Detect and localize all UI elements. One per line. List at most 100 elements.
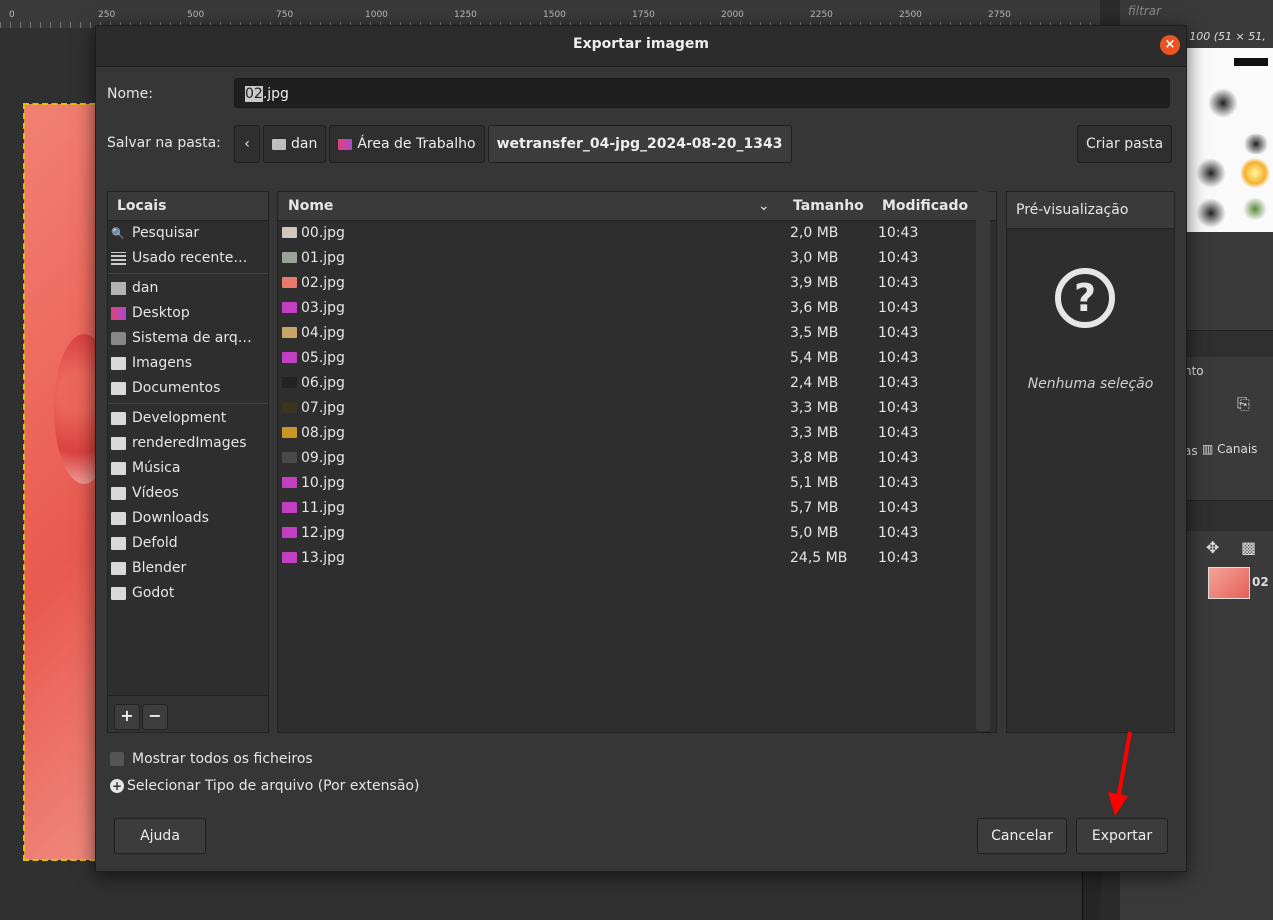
places-item[interactable]: Blender xyxy=(108,556,268,581)
create-folder-button[interactable]: Criar pasta xyxy=(1077,125,1173,163)
file-list-header: Nome ⌄ Tamanho Modificado xyxy=(278,192,996,221)
select-file-type-expander[interactable]: + Selecionar Tipo de arquivo (Por extensã… xyxy=(110,778,419,794)
places-item[interactable]: Desktop xyxy=(108,301,268,326)
path-segment-label: dan xyxy=(291,136,318,152)
file-modified: 10:43 xyxy=(878,500,919,516)
move-icon[interactable]: ✥ xyxy=(1206,538,1219,557)
places-item-label: renderedImages xyxy=(132,435,247,451)
places-toolbar: + − xyxy=(108,695,268,732)
file-name: 04.jpg xyxy=(301,325,345,341)
places-item[interactable]: dan xyxy=(108,276,268,301)
ruler-tick-label: 1500 xyxy=(543,10,566,20)
file-row[interactable]: 12.jpg 5,0 MB 10:43 xyxy=(278,521,996,546)
places-item[interactable]: Development xyxy=(108,406,268,431)
file-row[interactable]: 13.jpg 24,5 MB 10:43 xyxy=(278,546,996,571)
image-thumbnail-icon xyxy=(282,377,297,388)
file-modified: 10:43 xyxy=(878,375,919,391)
file-row[interactable]: 08.jpg 3,3 MB 10:43 xyxy=(278,421,996,446)
path-back-button[interactable]: ‹ xyxy=(234,125,260,163)
file-name-cell: 07.jpg xyxy=(282,396,345,421)
places-sidebar: Locais 🔍 Pesquisar Usado recente… dan Deskto… xyxy=(107,191,269,733)
expand-plus-icon[interactable]: + xyxy=(110,779,124,793)
file-row[interactable]: 06.jpg 2,4 MB 10:43 xyxy=(278,371,996,396)
places-item-label: Imagens xyxy=(132,355,193,371)
column-size[interactable]: Tamanho xyxy=(793,192,864,220)
sort-chevron-down-icon[interactable]: ⌄ xyxy=(758,192,770,220)
places-item[interactable]: Imagens xyxy=(108,351,268,376)
file-name: 12.jpg xyxy=(301,525,345,541)
export-button[interactable]: Exportar xyxy=(1076,818,1168,854)
file-row[interactable]: 10.jpg 5,1 MB 10:43 xyxy=(278,471,996,496)
brush-grid[interactable] xyxy=(1186,48,1273,232)
column-modified[interactable]: Modificado xyxy=(882,192,968,220)
places-item-label: Usado recente… xyxy=(132,250,248,266)
close-icon[interactable]: × xyxy=(1160,35,1180,55)
file-modified: 10:43 xyxy=(878,275,919,291)
file-name-cell: 05.jpg xyxy=(282,346,345,371)
folder-icon xyxy=(111,562,126,575)
file-row[interactable]: 11.jpg 5,7 MB 10:43 xyxy=(278,496,996,521)
folder-icon xyxy=(111,587,126,600)
layer-thumbnail[interactable] xyxy=(1208,567,1250,599)
file-row[interactable]: 02.jpg 3,9 MB 10:43 xyxy=(278,271,996,296)
file-name-cell: 13.jpg xyxy=(282,546,345,571)
places-item[interactable]: Godot xyxy=(108,581,268,606)
file-row[interactable]: 05.jpg 5,4 MB 10:43 xyxy=(278,346,996,371)
file-modified: 10:43 xyxy=(878,325,919,341)
places-item[interactable]: Defold xyxy=(108,531,268,556)
cancel-button[interactable]: Cancelar xyxy=(977,818,1067,854)
dialog-titlebar[interactable]: Exportar imagem × xyxy=(96,26,1186,67)
places-item[interactable]: Documentos xyxy=(108,376,268,401)
select-file-type-label: Selecionar Tipo de arquivo (Por extensão… xyxy=(127,778,420,794)
remove-bookmark-button[interactable]: − xyxy=(142,704,168,730)
checkbox-icon[interactable] xyxy=(110,752,124,766)
filename-input[interactable]: 02.jpg xyxy=(234,78,1170,108)
file-name-cell: 03.jpg xyxy=(282,296,345,321)
path-segment-current[interactable]: wetransfer_04-jpg_2024-08-20_1343 xyxy=(487,125,792,163)
file-modified: 10:43 xyxy=(878,350,919,366)
places-item[interactable]: Música xyxy=(108,456,268,481)
new-item-icon[interactable]: ⎘ xyxy=(1237,394,1250,414)
folder-icon xyxy=(111,537,126,550)
file-name-cell: 00.jpg xyxy=(282,221,345,246)
image-preview xyxy=(23,103,114,861)
path-segment-home[interactable]: dan xyxy=(263,125,327,163)
places-item[interactable]: Sistema de arq… xyxy=(108,326,268,351)
places-item[interactable]: Vídeos xyxy=(108,481,268,506)
ruler-tick-label: 2500 xyxy=(899,10,922,20)
file-modified: 10:43 xyxy=(878,250,919,266)
file-row[interactable]: 09.jpg 3,8 MB 10:43 xyxy=(278,446,996,471)
add-bookmark-button[interactable]: + xyxy=(114,704,140,730)
path-segment-desktop[interactable]: Área de Trabalho xyxy=(329,125,485,163)
places-item[interactable]: 🔍 Pesquisar xyxy=(108,221,268,246)
brush-filter-input[interactable]: filtrar xyxy=(1128,4,1161,18)
show-all-files-checkbox[interactable]: Mostrar todos os ficheiros xyxy=(110,751,313,767)
file-row[interactable]: 03.jpg 3,6 MB 10:43 xyxy=(278,296,996,321)
help-button[interactable]: Ajuda xyxy=(114,818,206,854)
file-name: 03.jpg xyxy=(301,300,345,316)
file-row[interactable]: 07.jpg 3,3 MB 10:43 xyxy=(278,396,996,421)
file-row[interactable]: 01.jpg 3,0 MB 10:43 xyxy=(278,246,996,271)
file-row[interactable]: 04.jpg 3,5 MB 10:43 xyxy=(278,321,996,346)
export-image-dialog: Exportar imagem × Nome: 02.jpg Salvar na… xyxy=(95,25,1187,872)
file-row[interactable]: 00.jpg 2,0 MB 10:43 xyxy=(278,221,996,246)
file-name: 00.jpg xyxy=(301,225,345,241)
file-name-cell: 11.jpg xyxy=(282,496,345,521)
file-size: 3,0 MB xyxy=(790,250,839,266)
file-list-scrollbar[interactable] xyxy=(976,191,990,731)
places-item[interactable]: renderedImages xyxy=(108,431,268,456)
tab-channels[interactable]: ▥ Canais xyxy=(1202,442,1257,456)
ruler-tick-label: 1250 xyxy=(454,10,477,20)
file-name: 06.jpg xyxy=(301,375,345,391)
places-item[interactable]: Downloads xyxy=(108,506,268,531)
layer-name[interactable]: 02 xyxy=(1252,575,1269,589)
file-modified: 10:43 xyxy=(878,425,919,441)
image-thumbnail-icon xyxy=(282,427,297,438)
file-name: 11.jpg xyxy=(301,500,345,516)
image-thumbnail-icon xyxy=(282,527,297,538)
alpha-lock-icon[interactable]: ▩ xyxy=(1241,538,1256,557)
places-item[interactable]: Usado recente… xyxy=(108,246,268,271)
file-modified: 10:43 xyxy=(878,475,919,491)
filename-selection: 02 xyxy=(245,86,263,102)
column-name[interactable]: Nome xyxy=(288,192,333,220)
